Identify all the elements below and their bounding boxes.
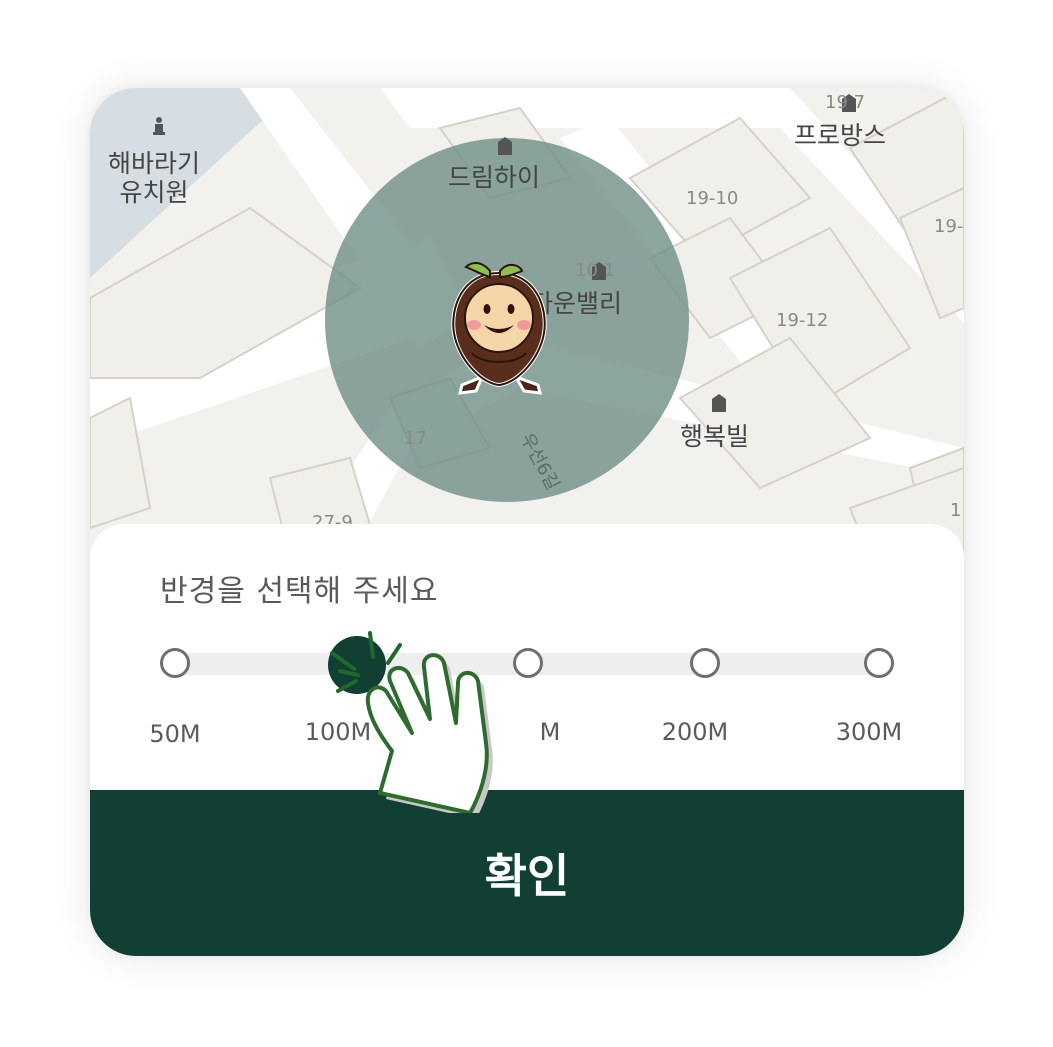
chestnut-mascot[interactable] xyxy=(442,253,556,399)
radius-stop-200m[interactable] xyxy=(690,648,720,678)
map-view[interactable]: 해바라기 유치원 드림하이 10 1 타운밸리 19 7 프로방스 행복빌 19… xyxy=(90,88,964,558)
tap-hand-icon xyxy=(330,631,493,813)
building-icon xyxy=(712,394,726,412)
confirm-button[interactable]: 확인 xyxy=(90,790,964,956)
map-number-10-1: 10 1 xyxy=(575,260,616,281)
radius-stop-300m[interactable] xyxy=(864,648,894,678)
radius-select-card: 해바라기 유치원 드림하이 10 1 타운밸리 19 7 프로방스 행복빌 19… xyxy=(90,88,964,956)
map-label-provence: 프로방스 xyxy=(794,121,887,150)
building-icon xyxy=(498,137,512,155)
map-number-19-right: 19- xyxy=(934,216,964,237)
radius-label-200m: 200M xyxy=(661,718,729,746)
map-label-dream-high: 드림하이 xyxy=(448,163,541,192)
radius-stop-50m[interactable] xyxy=(160,648,190,678)
map-number-edge: 1 xyxy=(950,500,962,521)
map-number-19-10: 19-10 xyxy=(686,188,739,209)
map-number-19-12: 19-12 xyxy=(776,310,829,331)
map-number-19-7: 19 7 xyxy=(825,92,866,113)
kindergarten-icon xyxy=(153,117,165,135)
map-number-17: 17 xyxy=(404,428,427,449)
map-label-happy-vill: 행복빌 xyxy=(680,422,750,451)
sheet-title: 반경을 선택해 주세요 xyxy=(160,574,439,609)
radius-label-300m: 300M xyxy=(835,718,903,746)
radius-label-50m: 50M xyxy=(149,720,201,748)
map-label-kindergarten: 해바라기 유치원 xyxy=(108,149,201,207)
